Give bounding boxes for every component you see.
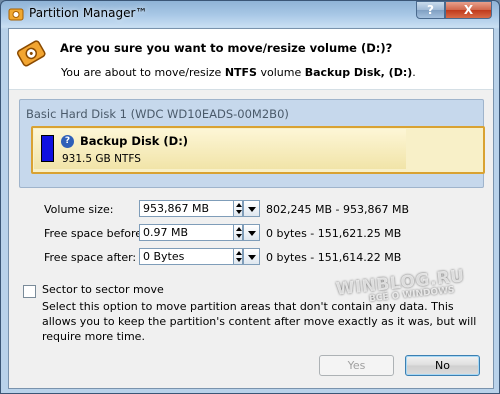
- window-title: Partition Manager™: [29, 6, 148, 20]
- subtitle-prefix: You are about to move/resize: [61, 66, 225, 79]
- header-separator: [9, 89, 493, 90]
- help-button[interactable]: ?: [416, 1, 445, 19]
- chevron-down-icon: [248, 231, 256, 236]
- free-after-spinner[interactable]: [233, 248, 243, 265]
- volume-size-spinner[interactable]: [233, 200, 243, 217]
- sector-move-checkbox[interactable]: [23, 285, 36, 298]
- volume-size-dropdown[interactable]: [243, 200, 260, 217]
- sector-move-description: Select this option to move partition are…: [42, 300, 477, 343]
- dialog-body: Are you sure you want to move/resize vol…: [8, 28, 494, 389]
- disk-label: Basic Hard Disk 1 (WDC WD10EADS-00M2B0): [26, 107, 289, 121]
- header-band: Are you sure you want to move/resize vol…: [9, 29, 493, 89]
- question-icon: ?: [61, 135, 74, 148]
- spin-down-icon[interactable]: [236, 258, 242, 262]
- free-after-input[interactable]: 0 Bytes: [139, 248, 234, 265]
- confirm-subtitle: You are about to move/resize NTFS volume…: [61, 66, 416, 79]
- free-before-label: Free space before:: [44, 227, 146, 240]
- sector-move-label[interactable]: Sector to sector move: [42, 283, 164, 296]
- title-bar[interactable]: Partition Manager™ ? X: [1, 1, 499, 27]
- subtitle-volume: Backup Disk, (D:): [304, 66, 413, 79]
- spin-up-icon[interactable]: [236, 227, 242, 231]
- partition-move-icon: [16, 40, 46, 67]
- volume-size-label: Volume size:: [44, 203, 114, 216]
- partition-color-swatch: [41, 135, 54, 162]
- close-button[interactable]: X: [445, 1, 492, 19]
- subtitle-filesystem: NTFS: [224, 66, 257, 79]
- dialog-window: Partition Manager™ ? X Are you sure you …: [0, 0, 500, 394]
- subtitle-mid: volume: [256, 66, 305, 79]
- free-before-range: 0 bytes - 151,621.25 MB: [266, 227, 402, 240]
- free-before-dropdown[interactable]: [243, 224, 260, 241]
- volume-size-range: 802,245 MB - 953,867 MB: [266, 203, 410, 216]
- free-after-range: 0 bytes - 151,614.22 MB: [266, 251, 402, 264]
- spin-up-icon[interactable]: [236, 203, 242, 207]
- free-after-label: Free space after:: [44, 251, 137, 264]
- yes-button[interactable]: Yes: [319, 355, 394, 376]
- subtitle-suffix: .: [412, 66, 416, 79]
- free-before-input[interactable]: 0.97 MB: [139, 224, 234, 241]
- chevron-down-icon: [248, 255, 256, 260]
- no-button[interactable]: No: [405, 355, 480, 376]
- spin-down-icon[interactable]: [236, 210, 242, 214]
- chevron-down-icon: [248, 207, 256, 212]
- disk-map-panel: Basic Hard Disk 1 (WDC WD10EADS-00M2B0) …: [19, 99, 485, 188]
- free-after-dropdown[interactable]: [243, 248, 260, 265]
- app-icon: [8, 8, 24, 21]
- partition-name: Backup Disk (D:): [80, 134, 189, 148]
- partition-block[interactable]: ? Backup Disk (D:) 931.5 GB NTFS: [31, 126, 485, 174]
- confirm-question: Are you sure you want to move/resize vol…: [60, 41, 393, 55]
- partition-size: 931.5 GB NTFS: [62, 153, 141, 165]
- free-before-spinner[interactable]: [233, 224, 243, 241]
- volume-size-input[interactable]: 953,867 MB: [139, 200, 234, 217]
- spin-up-icon[interactable]: [236, 251, 242, 255]
- spin-down-icon[interactable]: [236, 234, 242, 238]
